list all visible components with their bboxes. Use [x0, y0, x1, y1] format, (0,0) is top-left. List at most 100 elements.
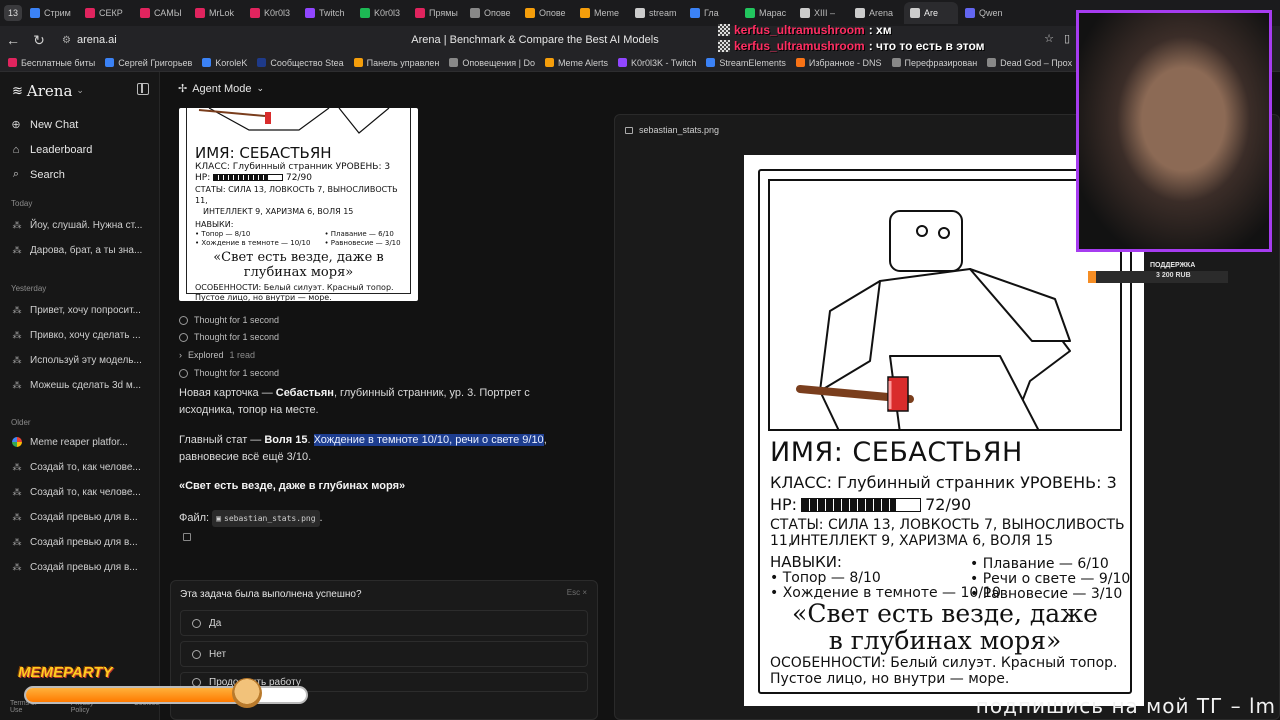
- thought-step[interactable]: Thought for 1 second: [179, 332, 279, 342]
- browser-tab[interactable]: Опове: [519, 2, 573, 24]
- browser-tab[interactable]: СЕКР: [79, 2, 133, 24]
- chat-history-item[interactable]: ⁂ Создай то, как челове...: [12, 480, 152, 505]
- thumb-features-1: ОСОБЕННОСТИ: Белый силуэт. Красный топор…: [195, 283, 394, 292]
- copy-icon[interactable]: [183, 533, 191, 541]
- card-features: ОСОБЕННОСТИ: Белый силуэт. Красный топор…: [770, 655, 1130, 687]
- thought-step[interactable]: Thought for 1 second: [179, 315, 279, 325]
- chat-history-label: Создай превью для в...: [30, 512, 138, 523]
- bookmark-item[interactable]: Перефразирован: [891, 58, 977, 68]
- browser-tab[interactable]: Опове: [464, 2, 518, 24]
- browser-tab[interactable]: Гла: [684, 2, 738, 24]
- browser-tab[interactable]: stream: [629, 2, 683, 24]
- bookmark-item[interactable]: Панель управлен: [353, 58, 439, 68]
- feedback-yes-option[interactable]: Да: [180, 610, 588, 636]
- tab-favicon-icon: [800, 8, 810, 18]
- thumb-skill: • Хождение в темноте — 10/10: [195, 239, 311, 247]
- chat-history-item[interactable]: ⁂ Создай то, как челове...: [12, 455, 152, 480]
- bookmark-item[interactable]: Dead God – Прох: [987, 58, 1072, 68]
- bookmark-item[interactable]: KoroleK: [202, 58, 247, 68]
- sidebar-item-leaderboard[interactable]: ⌂ Leaderboard: [10, 137, 150, 162]
- memeparty-progress-bar: [24, 686, 308, 704]
- trophy-icon: ⌂: [12, 143, 20, 156]
- feedback-no-option[interactable]: Нет: [180, 641, 588, 667]
- tab-favicon-icon: [195, 8, 205, 18]
- collapse-sidebar-icon[interactable]: [137, 83, 149, 95]
- sidebar-item-label: Search: [30, 168, 65, 181]
- sidebar-item-search[interactable]: ⌕ Search: [10, 162, 150, 187]
- browser-tab[interactable]: Twitch: [299, 2, 353, 24]
- tab-label: Опове: [539, 8, 566, 18]
- bookmark-item[interactable]: Meme Alerts: [545, 58, 608, 68]
- card-quote-line: «Свет есть везде, даже: [792, 599, 1098, 628]
- thought-step[interactable]: Thought for 1 second: [179, 368, 279, 378]
- tab-favicon-icon: [745, 8, 755, 18]
- bookmark-item[interactable]: StreamElements: [706, 58, 786, 68]
- browser-tab[interactable]: Прямы: [409, 2, 463, 24]
- browser-tab[interactable]: Meme: [574, 2, 628, 24]
- card-skill: • Топор — 8/10: [770, 570, 881, 586]
- chat-history-label: Привко, хочу сделать ...: [30, 330, 141, 341]
- chat-history-item[interactable]: ⁂ Дарова, брат, а ты зна...: [12, 238, 152, 263]
- explored-step[interactable]: › Explored 1 read: [179, 350, 255, 360]
- bookmark-item[interactable]: K0r0l3K - Twitch: [618, 58, 696, 68]
- bookmark-item[interactable]: Избранное - DNS: [795, 58, 882, 68]
- file-chip[interactable]: ▣ sebastian_stats.png: [212, 510, 320, 527]
- bookmark-favicon-icon: [706, 58, 716, 67]
- chat-history-item[interactable]: ⁂ Йоу, слушай. Нужна ст...: [12, 213, 152, 238]
- dismiss-feedback-button[interactable]: Esc ×: [567, 588, 587, 597]
- browser-tab[interactable]: Марас: [739, 2, 793, 24]
- chat-history-label: Создай то, как челове...: [30, 487, 141, 498]
- radio-icon: [192, 649, 201, 659]
- tab-count-badge[interactable]: 13: [4, 5, 22, 21]
- bookmark-item[interactable]: Сообщество Stea: [257, 58, 344, 68]
- chat-history-item[interactable]: Meme reaper platfor...: [12, 430, 152, 455]
- thumb-skills: • Топор — 8/10 • Хождение в темноте — 10/…: [195, 230, 402, 248]
- browser-tab[interactable]: MrLok: [189, 2, 243, 24]
- hp-bar-fill: [802, 499, 897, 511]
- memeparty-progress-fill: [26, 688, 245, 702]
- browser-tab[interactable]: Are: [904, 2, 958, 24]
- browser-tab[interactable]: XIII –: [794, 2, 848, 24]
- bookmark-item[interactable]: Бесплатные биты: [8, 58, 95, 68]
- chat-history-item[interactable]: ⁂ Создай превью для в...: [12, 555, 152, 580]
- browser-tab[interactable]: Стрим: [24, 2, 78, 24]
- card-features-line: Пустое лицо, но внутри — море.: [770, 671, 1010, 687]
- chat-history-item[interactable]: ⁂ Создай превью для в...: [12, 530, 152, 555]
- browser-tab[interactable]: САМЫ: [134, 2, 188, 24]
- bookmark-item[interactable]: Сергей Григорьев: [105, 58, 192, 68]
- thumb-features-2: Пустое лицо, но внутри — море.: [195, 293, 332, 301]
- browser-tab[interactable]: Arena: [849, 2, 903, 24]
- agent-mode-dropdown[interactable]: ✢ Agent Mode ⌄: [178, 82, 264, 96]
- tab-label: Meme: [594, 8, 620, 18]
- clock-icon: [179, 368, 188, 378]
- thumb-hp-value: 72/90: [285, 173, 312, 183]
- browser-tab[interactable]: K0r0l3: [354, 2, 408, 24]
- donation-bar-fill: [1088, 271, 1097, 283]
- thumb-skill: • Равновесие — 3/10: [324, 239, 401, 247]
- chat-history-item[interactable]: ⁂ Используй эту модель...: [12, 348, 152, 373]
- selected-text[interactable]: Хождение в темноте 10/10, речи о свете 9…: [313, 434, 544, 446]
- bookmark-favicon-icon: [257, 58, 267, 67]
- chat-history-item[interactable]: ⁂ Создай превью для в...: [12, 505, 152, 530]
- tab-label: Arena: [869, 8, 894, 18]
- tab-label: Марас: [759, 8, 787, 18]
- tab-label: САМЫ: [154, 8, 182, 18]
- chat-history-item[interactable]: ⁂ Можешь сделать 3d м...: [12, 373, 152, 398]
- browser-tab[interactable]: K0r0l3: [244, 2, 298, 24]
- chat-history-item[interactable]: ⁂ Привет, хочу попросит...: [12, 298, 152, 323]
- folder-icon: [625, 126, 633, 134]
- bookmark-label: Сергей Григорьев: [118, 57, 193, 68]
- tab-label: Twitch: [319, 8, 345, 18]
- brand-logo[interactable]: ≋ Arena ⌄: [12, 82, 84, 100]
- generated-card-thumbnail[interactable]: ИМЯ: СЕБАСТЬЯН КЛАСС: Глубинный странник…: [179, 108, 418, 301]
- sidebar-item-new-chat[interactable]: ⊕ New Chat: [10, 112, 150, 137]
- explored-count: 1 read: [229, 350, 256, 360]
- browser-tab[interactable]: Qwen: [959, 2, 1013, 24]
- chat-history-item[interactable]: ⁂ Привко, хочу сделать ...: [12, 323, 152, 348]
- thumb-skills-label: НАВЫКИ:: [195, 220, 234, 229]
- bookmark-label: Бесплатные биты: [21, 57, 96, 68]
- tab-label: XIII –: [814, 8, 836, 18]
- chat-badge-icon: [718, 24, 730, 36]
- bookmark-item[interactable]: Оповещения | Do: [449, 58, 535, 68]
- chat-bubble-icon: ⁂: [12, 330, 22, 340]
